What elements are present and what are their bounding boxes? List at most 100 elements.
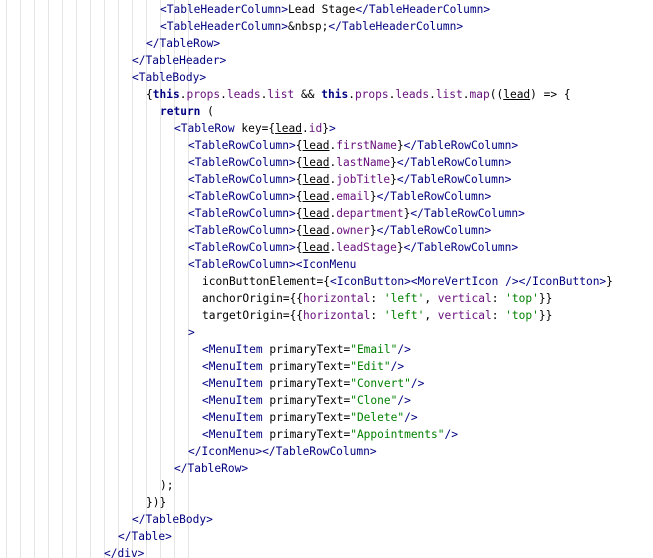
code-token: <MenuItem (202, 343, 263, 356)
code-token: props (186, 88, 221, 101)
code-line[interactable]: <TableRowColumn>{lead.lastName}</TableRo… (188, 154, 511, 171)
code-token: } (390, 156, 397, 169)
code-line[interactable]: </TableHeader> (132, 52, 226, 69)
code-token: })} (146, 496, 167, 509)
code-line[interactable]: </Table> (118, 528, 172, 545)
code-token: iconButtonElement (202, 275, 317, 288)
code-token: (( (489, 88, 504, 101)
code-token: > (188, 326, 195, 339)
code-line[interactable]: <TableRowColumn>{lead.email}</TableRowCo… (188, 188, 491, 205)
code-line[interactable]: </TableRow> (174, 460, 248, 477)
code-token: <TableRowColumn> (188, 156, 296, 169)
code-token: > (329, 122, 336, 135)
code-line[interactable]: <TableHeaderColumn>&nbsp;</TableHeaderCo… (160, 18, 463, 35)
code-token: "Delete" (350, 411, 405, 424)
code-token: ( (200, 105, 214, 118)
code-token: : (491, 292, 506, 305)
code-token: list (267, 88, 295, 101)
code-token: ={ (261, 122, 276, 135)
code-token: } (396, 139, 404, 152)
code-line[interactable]: </IconMenu></TableRowColumn> (188, 443, 377, 460)
code-line[interactable]: <MenuItem primaryText="Clone"/> (202, 392, 411, 409)
code-token: </TableRowColumn> (376, 190, 492, 203)
code-token: lead (275, 122, 303, 135)
code-token: <IconButton> (330, 275, 411, 288)
code-token: } (369, 190, 377, 203)
code-token: }} (538, 292, 553, 305)
code-token: } (396, 241, 404, 254)
code-token: "Clone" (350, 394, 398, 407)
code-token: <MenuItem (202, 394, 263, 407)
code-line[interactable]: <TableRowColumn>{lead.jobTitle}</TableRo… (188, 171, 511, 188)
code-line[interactable]: <TableBody> (132, 69, 206, 86)
code-token: : (370, 309, 384, 322)
code-line[interactable]: > (188, 324, 195, 341)
code-token: <MenuItem (202, 428, 263, 441)
code-token: </TableRowColumn> (403, 139, 519, 152)
code-line[interactable]: ); (160, 477, 173, 494)
code-token: ={ (316, 275, 330, 288)
code-token: <TableRowColumn> (188, 258, 296, 271)
code-line[interactable]: anchorOrigin={{horizontal: 'left', verti… (202, 290, 552, 307)
code-token: . (220, 88, 227, 101)
code-token: </IconMenu> (188, 445, 263, 458)
code-token: lead (302, 139, 330, 152)
code-token: lead (302, 241, 330, 254)
code-token: lead (302, 207, 330, 220)
code-token: <TableRowColumn> (188, 173, 296, 186)
code-line[interactable]: return ( (160, 103, 214, 120)
code-line[interactable]: targetOrigin={{horizontal: 'left', verti… (202, 307, 552, 324)
code-line[interactable]: <MenuItem primaryText="Edit"/> (202, 358, 404, 375)
code-token: { (295, 173, 303, 186)
indent-guide (48, 0, 49, 558)
code-line[interactable]: })} (146, 494, 166, 511)
code-line[interactable]: <MenuItem primaryText="Appointments"/> (202, 426, 458, 443)
code-line[interactable]: <TableHeaderColumn>Lead Stage</TableHead… (160, 1, 490, 18)
code-line[interactable]: iconButtonElement={<IconButton><MoreVert… (202, 273, 613, 290)
code-token: }} (538, 309, 553, 322)
code-line[interactable]: {this.props.leads.list && this.props.lea… (146, 86, 571, 103)
indent-guide (90, 0, 91, 558)
code-line[interactable]: <TableRow key={lead.id}> (174, 120, 336, 137)
code-token: anchorOrigin (202, 292, 283, 305)
code-line[interactable]: <TableRowColumn>{lead.firstName}</TableR… (188, 137, 518, 154)
code-token: jobTitle (336, 173, 391, 186)
code-token: { (295, 207, 303, 220)
code-token: } (390, 173, 397, 186)
code-line[interactable]: <TableRowColumn>{lead.department}</Table… (188, 205, 525, 222)
code-token: "Edit" (350, 360, 391, 373)
code-line[interactable]: </div> (104, 545, 144, 558)
code-line[interactable]: <TableRowColumn>{lead.owner}</TableRowCo… (188, 222, 491, 239)
code-token: { (295, 190, 303, 203)
indent-guide (20, 0, 21, 558)
code-token: "Appointments" (350, 428, 445, 441)
code-token: firstName (336, 139, 397, 152)
code-line[interactable]: <MenuItem primaryText="Email"/> (202, 341, 411, 358)
code-line[interactable]: <MenuItem primaryText="Delete"/> (202, 409, 418, 426)
code-token: </TableRow> (174, 462, 249, 475)
code-token: <MenuItem (202, 360, 263, 373)
code-token: Lead Stage (287, 3, 356, 16)
code-line[interactable]: <TableRowColumn><IconMenu (188, 256, 356, 273)
code-token: <TableRowColumn> (188, 207, 296, 220)
code-token: lead (302, 190, 330, 203)
code-line[interactable]: <TableRowColumn>{lead.leadStage}</TableR… (188, 239, 518, 256)
code-token: , (424, 309, 438, 322)
code-token: lead (302, 224, 330, 237)
code-token: . (348, 88, 355, 101)
code-token: </Table> (118, 530, 172, 543)
code-token: targetOrigin (202, 309, 283, 322)
code-editor[interactable]: <TableHeaderColumn> Lead Stage </TableHead… (0, 0, 653, 558)
code-line[interactable]: <MenuItem primaryText="Convert"/> (202, 375, 424, 392)
code-token: primaryText (262, 428, 344, 441)
code-token: <TableHeaderColumn> (160, 20, 288, 33)
code-token: &nbsp; (287, 20, 329, 33)
code-token: primaryText (262, 394, 344, 407)
code-line[interactable]: </TableBody> (132, 511, 213, 528)
code-token: 'left' (383, 292, 425, 305)
indent-guide (118, 0, 119, 558)
code-token: ) => { (530, 88, 571, 101)
code-line[interactable]: </TableRow> (146, 35, 220, 52)
code-token: <IconMenu (295, 258, 357, 271)
code-token: /> (404, 411, 418, 424)
